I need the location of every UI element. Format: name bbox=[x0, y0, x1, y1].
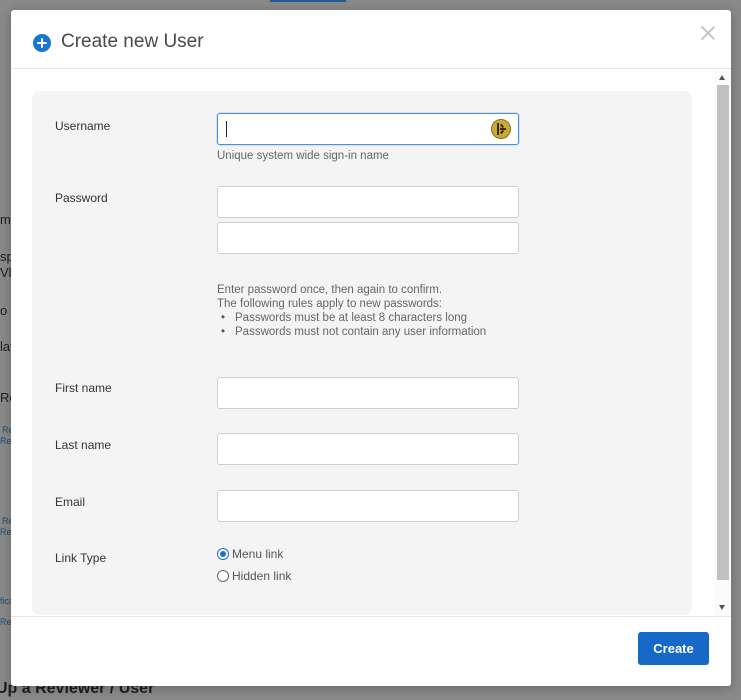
dialog-title: Create new User bbox=[61, 31, 204, 52]
radio-label: Hidden link bbox=[232, 569, 292, 583]
password-rule: Passwords must not contain any user info… bbox=[217, 325, 486, 339]
background-text: m bbox=[0, 212, 11, 227]
email-field[interactable] bbox=[217, 490, 519, 522]
vertical-scrollbar[interactable] bbox=[714, 70, 731, 616]
text-caret bbox=[226, 121, 227, 137]
link-type-option-menu[interactable]: Menu link bbox=[217, 547, 283, 561]
scroll-up-icon[interactable] bbox=[719, 75, 725, 80]
dialog-header: Create new User bbox=[11, 10, 731, 69]
password-help-line: The following rules apply to new passwor… bbox=[217, 298, 443, 310]
dialog-footer: Create bbox=[11, 616, 731, 686]
password-label: Password bbox=[55, 191, 108, 205]
first-name-input[interactable] bbox=[217, 377, 519, 409]
password-help-line: Enter password once, then again to confi… bbox=[217, 284, 443, 296]
create-user-dialog: Create new User Username Unique system w… bbox=[11, 10, 731, 686]
link-type-option-hidden[interactable]: Hidden link bbox=[217, 569, 291, 583]
scrollbar-thumb[interactable] bbox=[717, 85, 729, 580]
password-rule: Passwords must be at least 8 characters … bbox=[217, 311, 486, 325]
background-nav-indicator bbox=[270, 0, 346, 2]
link-type-label: Link Type bbox=[55, 551, 107, 565]
last-name-label: Last name bbox=[55, 438, 112, 452]
radio-button-checked[interactable] bbox=[217, 548, 229, 560]
username-input[interactable] bbox=[217, 113, 519, 145]
username-label: Username bbox=[55, 119, 111, 133]
radio-button[interactable] bbox=[217, 570, 229, 582]
email-label: Email bbox=[55, 495, 86, 509]
password-rules-list: Passwords must be at least 8 characters … bbox=[217, 311, 486, 339]
radio-label: Menu link bbox=[232, 547, 284, 561]
scroll-down-icon[interactable] bbox=[719, 605, 725, 610]
keeper-icon[interactable] bbox=[491, 119, 511, 139]
close-icon[interactable] bbox=[699, 24, 717, 42]
dialog-body: Username Unique system wide sign-in name… bbox=[11, 70, 731, 616]
user-form: Username Unique system wide sign-in name… bbox=[32, 91, 692, 615]
first-name-label: First name bbox=[55, 381, 112, 395]
last-name-input[interactable] bbox=[217, 433, 519, 465]
password-input[interactable] bbox=[217, 186, 519, 218]
password-confirm-input[interactable] bbox=[217, 222, 519, 254]
plus-circle-icon bbox=[33, 34, 51, 52]
create-button[interactable]: Create bbox=[638, 632, 709, 665]
username-help: Unique system wide sign-in name bbox=[217, 150, 389, 162]
password-help: Enter password once, then again to confi… bbox=[217, 283, 486, 339]
